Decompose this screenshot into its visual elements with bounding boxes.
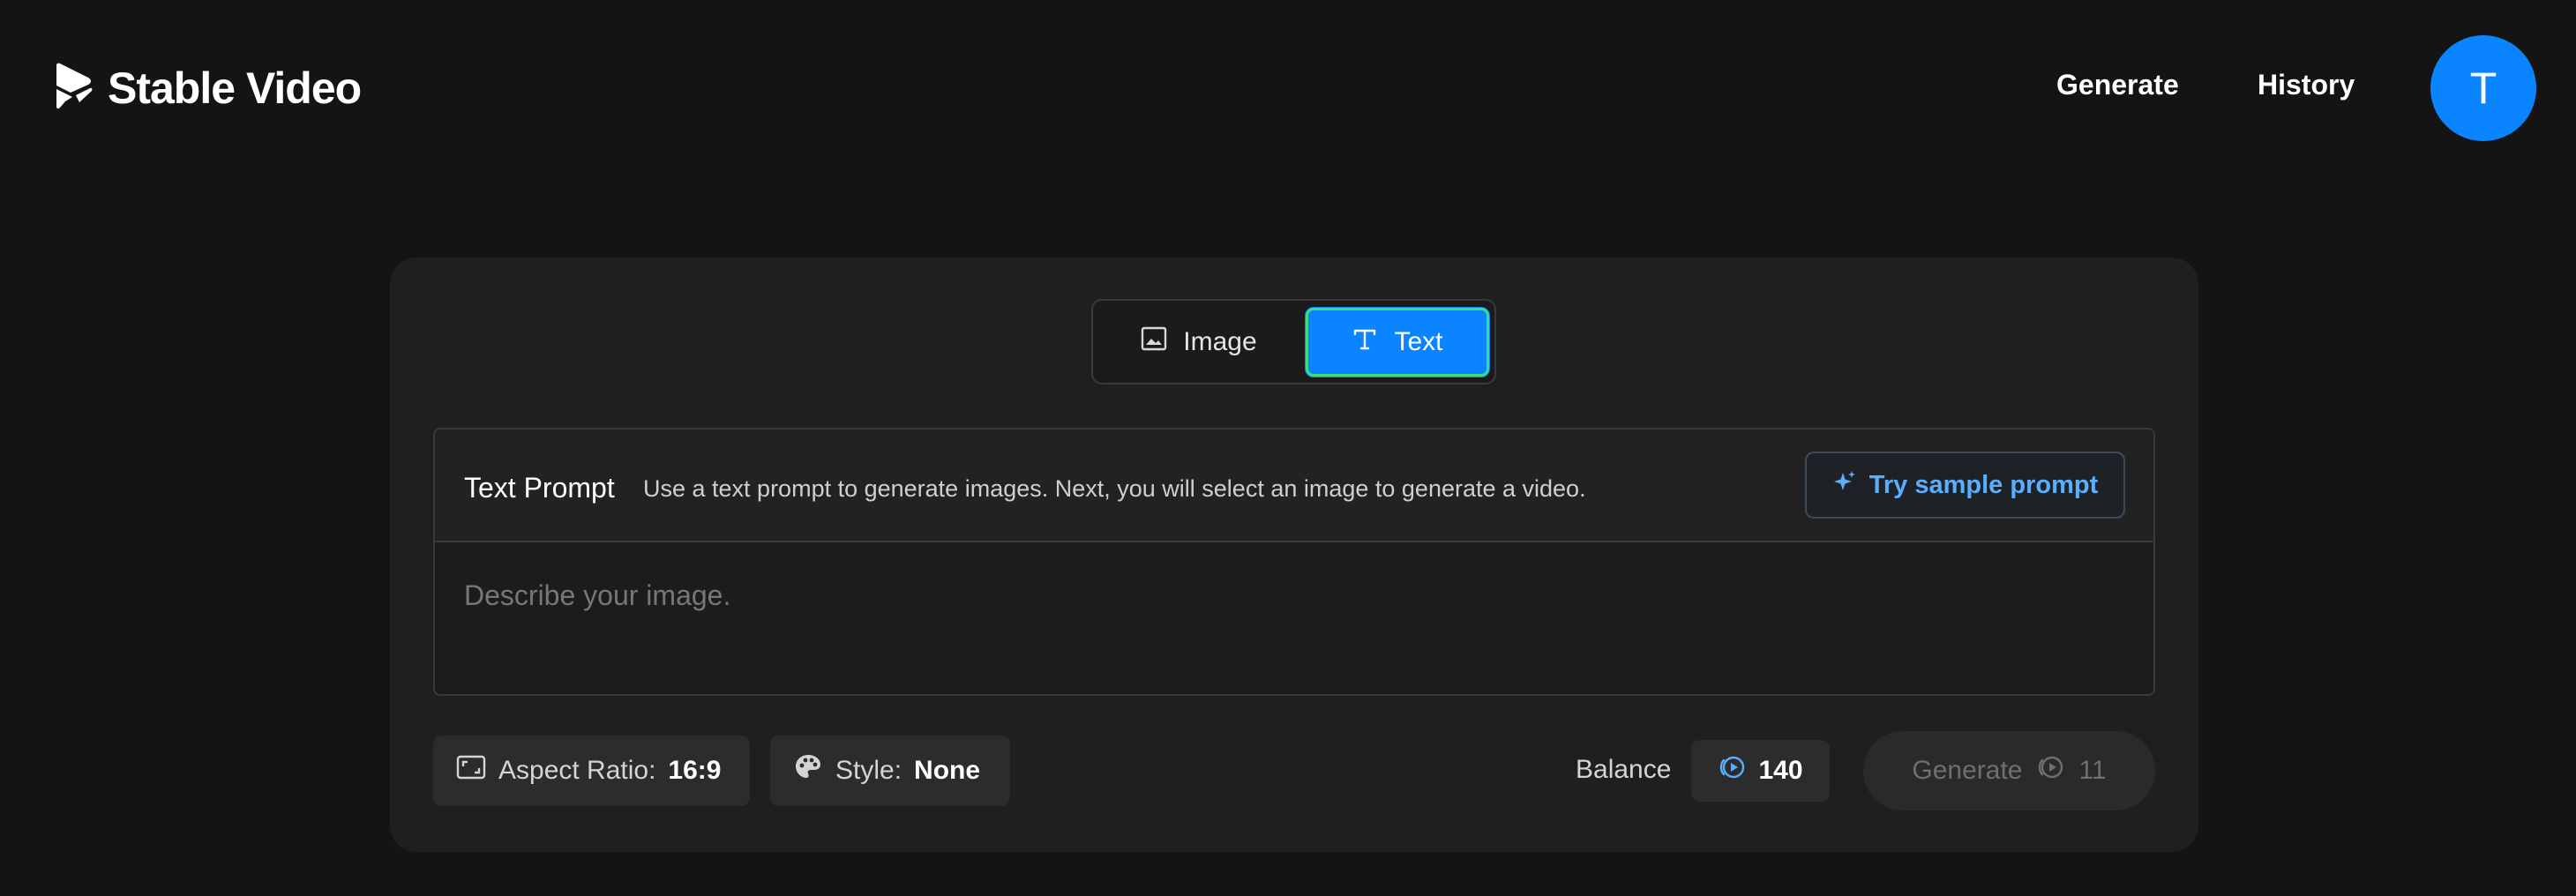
balance-badge: 140 [1691, 740, 1830, 802]
text-t-icon [1352, 325, 1378, 359]
sparkle-icon [1832, 469, 1857, 501]
aspect-ratio-label: Aspect Ratio: [498, 756, 656, 785]
credit-coin-icon [1718, 753, 1746, 788]
balance-value: 140 [1758, 756, 1803, 785]
mode-image-label: Image [1183, 327, 1257, 356]
try-sample-prompt-button[interactable]: Try sample prompt [1805, 452, 2125, 519]
aspect-ratio-icon [456, 752, 486, 789]
generate-button-label: Generate [1912, 756, 2023, 785]
mode-image-button[interactable]: Image [1102, 308, 1296, 377]
prompt-input[interactable] [435, 544, 2153, 694]
generate-button[interactable]: Generate 11 [1863, 731, 2155, 810]
style-button[interactable]: Style: None [770, 735, 1010, 806]
image-icon [1141, 325, 1167, 359]
mode-toggle: Image Text [1091, 299, 1496, 385]
avatar[interactable]: T [2430, 35, 2536, 141]
prompt-title: Text Prompt [464, 472, 615, 504]
generate-card: Image Text Text Prompt Use a text prompt… [390, 258, 2198, 852]
generate-cost: 11 [2078, 756, 2107, 785]
prompt-description: Use a text prompt to generate images. Ne… [643, 475, 1586, 502]
mode-text-button[interactable]: Text [1306, 308, 1489, 377]
prompt-header: Text Prompt Use a text prompt to generat… [435, 429, 2153, 542]
text-prompt-box: Text Prompt Use a text prompt to generat… [433, 428, 2155, 696]
style-label: Style: [835, 756, 902, 785]
logo-text: Stable Video [108, 63, 362, 113]
credit-coin-icon [2036, 753, 2064, 788]
nav-generate[interactable]: Generate [2056, 69, 2179, 101]
logo[interactable]: Stable Video [53, 62, 362, 116]
balance-label: Balance [1576, 755, 1672, 784]
stable-video-logo-icon [53, 62, 95, 116]
aspect-ratio-button[interactable]: Aspect Ratio: 16:9 [433, 735, 750, 806]
mode-text-label: Text [1394, 327, 1443, 356]
try-sample-prompt-label: Try sample prompt [1868, 470, 2099, 499]
palette-icon [793, 752, 823, 789]
aspect-ratio-value: 16:9 [668, 756, 722, 785]
nav-history[interactable]: History [2258, 69, 2355, 101]
style-value: None [914, 756, 981, 785]
top-header: Stable Video Generate History T [0, 0, 2576, 176]
